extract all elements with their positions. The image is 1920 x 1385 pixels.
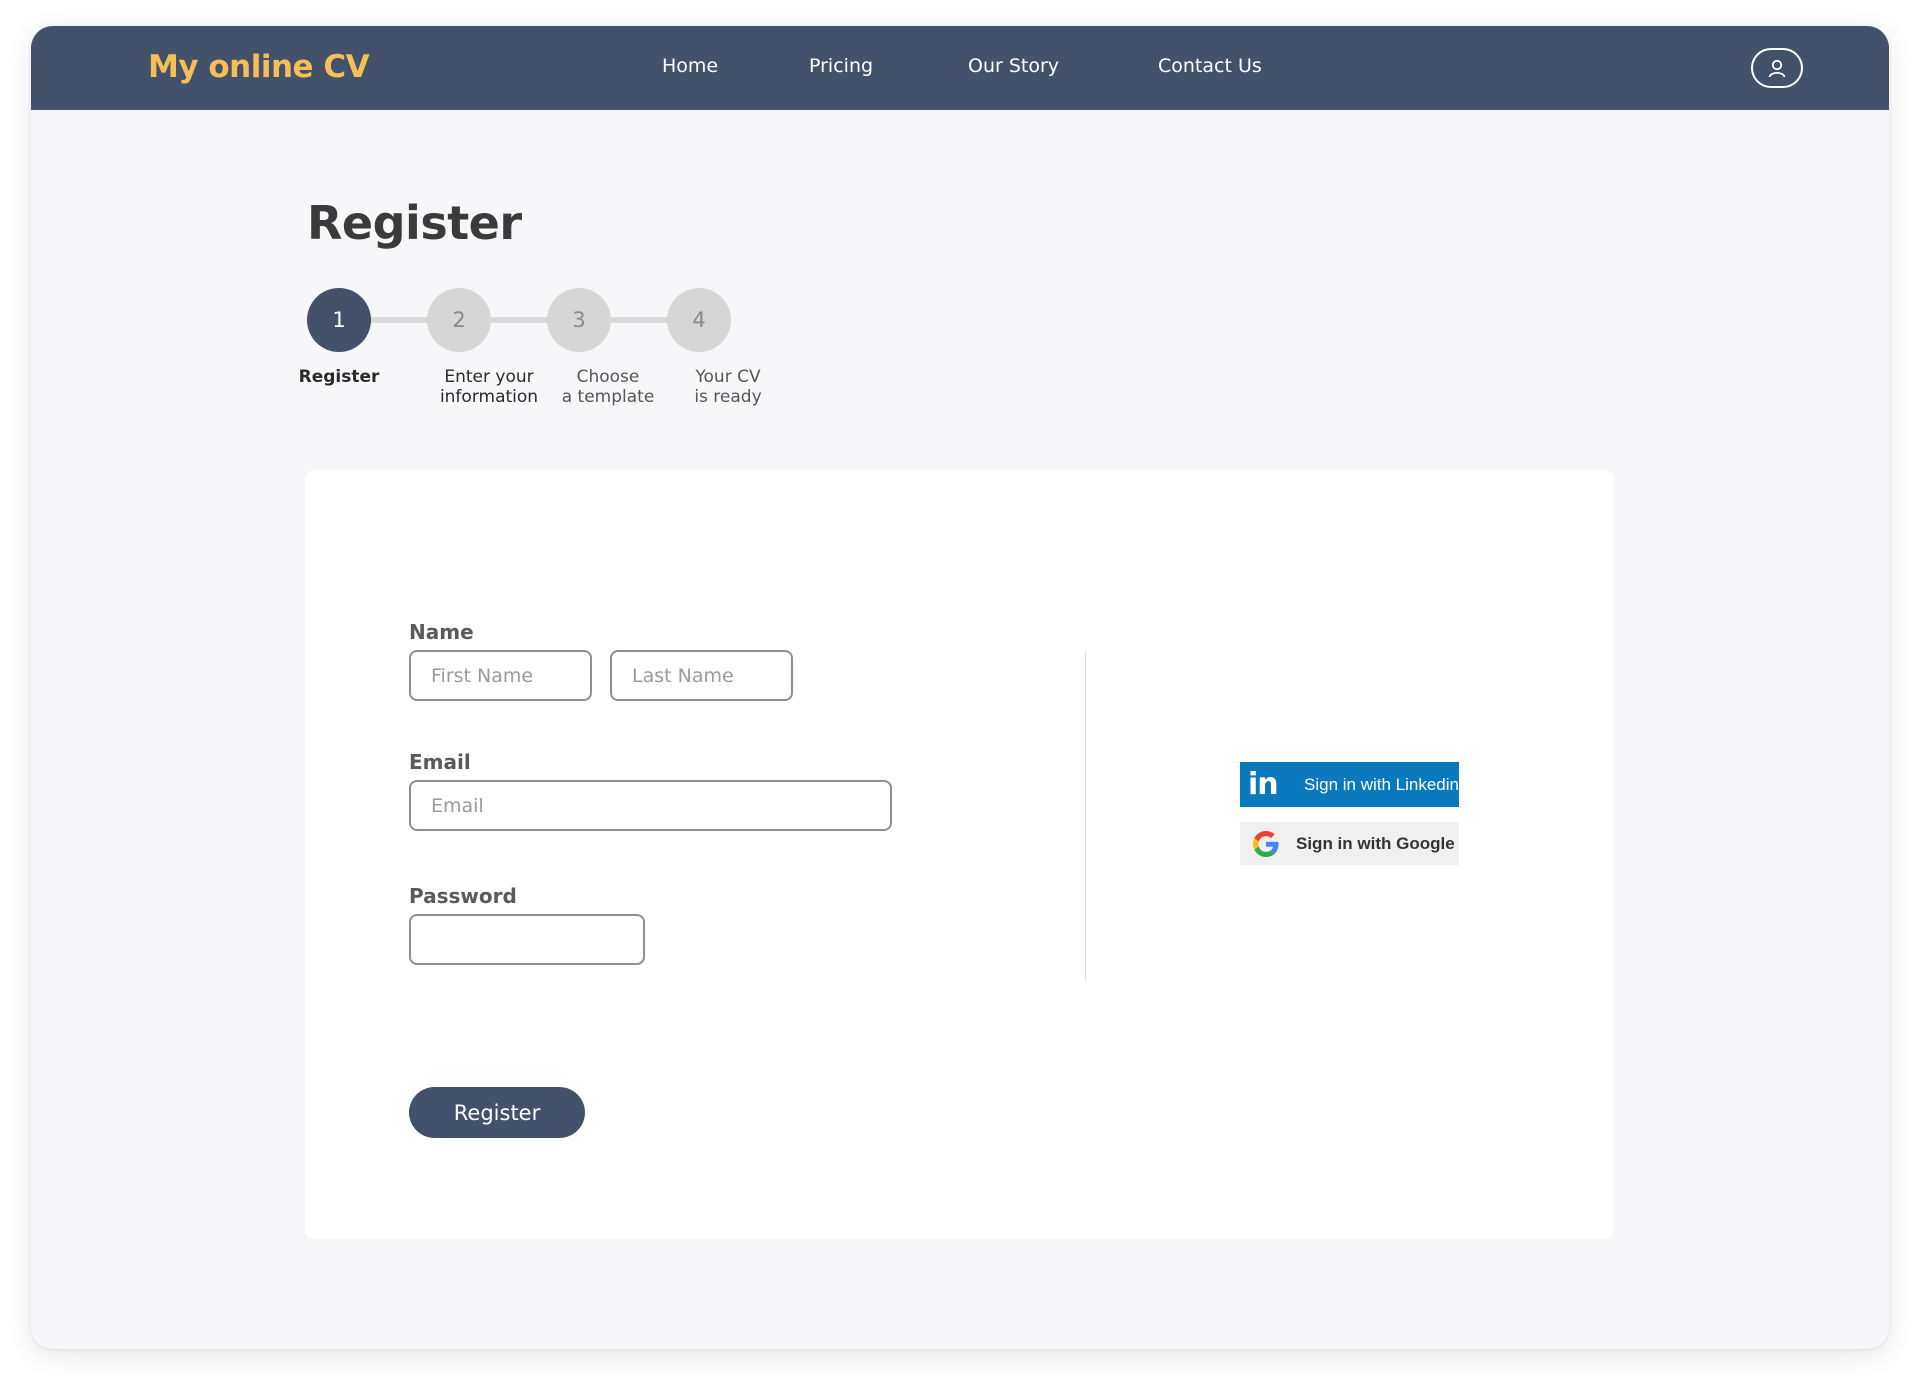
email-label: Email [409,750,471,774]
step-4-circle: 4 [667,288,731,352]
nav-link-contact-us[interactable]: Contact Us [1158,55,1262,77]
linkedin-icon: in [1248,767,1279,802]
linkedin-signin-label: Sign in with Linkedin [1304,774,1459,794]
google-signin-label: Sign in with Google [1296,833,1455,853]
page-title: Register [307,196,522,250]
google-icon [1253,830,1279,857]
step-1-label-line1: Register [298,367,380,387]
last-name-input[interactable] [610,650,793,701]
register-submit-button[interactable]: Register [409,1087,585,1138]
step-4-label: Your CV is ready [653,367,803,407]
step-4-label-line1: Your CV [695,367,761,387]
form-divider [1085,651,1086,981]
email-input[interactable] [409,780,892,831]
brand-logo[interactable]: My online CV [148,49,370,85]
first-name-input[interactable] [409,650,592,701]
nav-link-home[interactable]: Home [662,55,718,77]
name-label: Name [409,620,474,644]
step-2-circle: 2 [427,288,491,352]
nav-link-pricing[interactable]: Pricing [809,55,873,77]
password-input[interactable] [409,914,645,965]
nav-link-our-story[interactable]: Our Story [968,55,1059,77]
step-1-label: Register [264,367,414,387]
top-navbar: My online CV Home Pricing Our Story Cont… [31,26,1889,110]
user-icon [1766,57,1788,79]
google-signin-button[interactable]: Sign in with Google [1240,822,1459,865]
register-card: Name Email Password in Sign in with Link… [305,470,1614,1239]
stepper-track [338,317,698,323]
profile-button[interactable] [1751,48,1803,88]
step-4-label-line2: is ready [694,387,762,407]
linkedin-signin-button[interactable]: in Sign in with Linkedin [1240,762,1459,807]
step-3-circle: 3 [547,288,611,352]
password-label: Password [409,884,517,908]
app-window: My online CV Home Pricing Our Story Cont… [31,26,1889,1349]
step-1-circle: 1 [307,288,371,352]
